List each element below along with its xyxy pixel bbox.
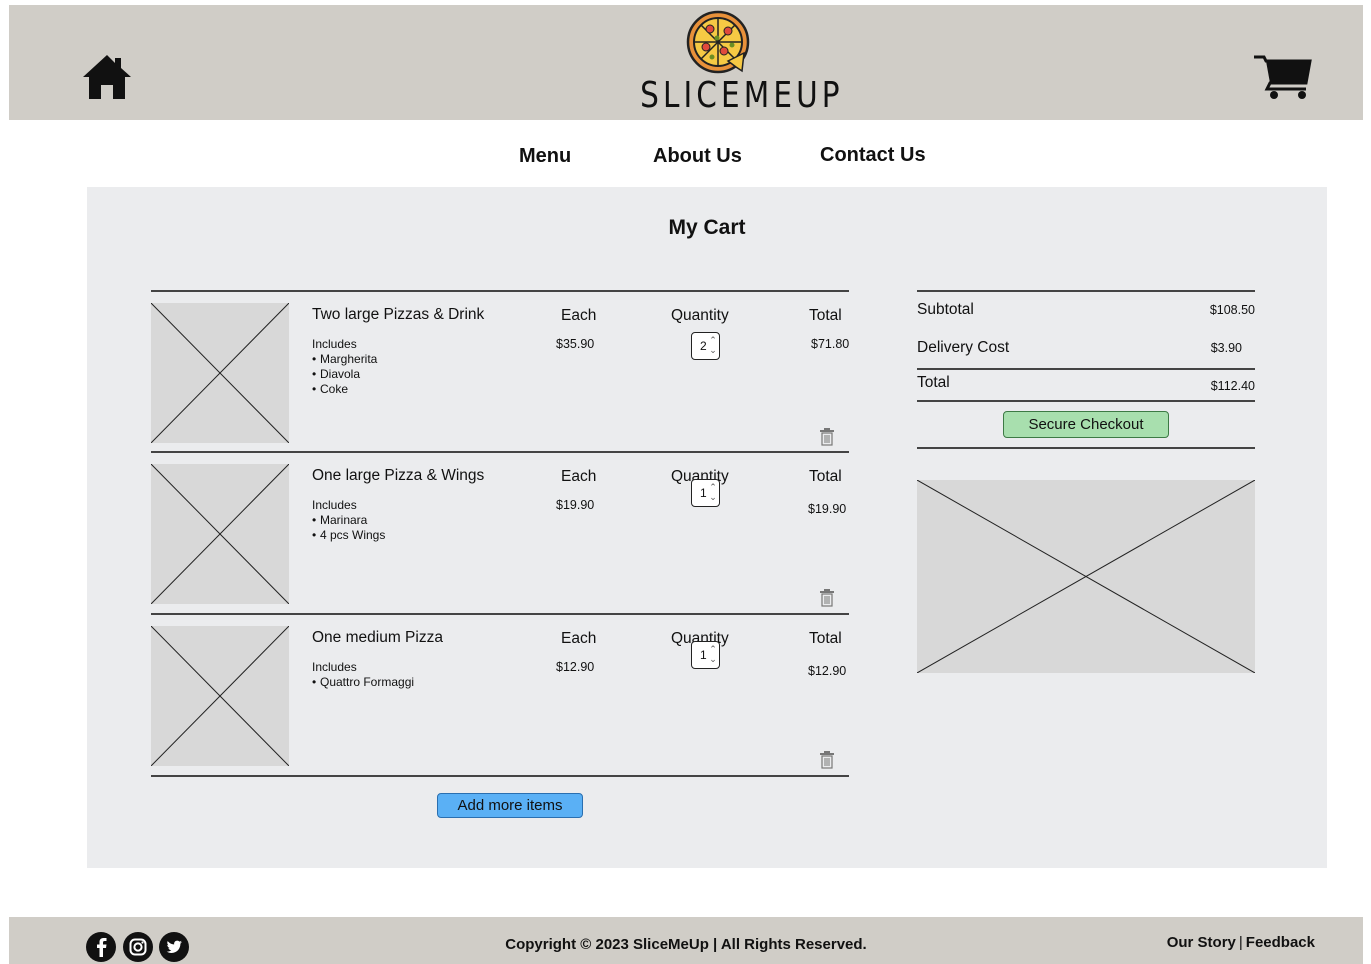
facebook-icon[interactable] [85,931,117,963]
item-total-price: $71.80 [811,337,850,351]
copyright-text: Copyright © 2023 SliceMeUp | All Rights … [505,936,867,953]
delivery-value: $3.90 [1210,341,1242,355]
item-includes: Includes Marinara 4 pcs Wings [312,498,385,543]
each-header: Each [561,468,597,485]
subtotal-label: Subtotal [917,301,974,318]
twitter-icon[interactable] [158,931,190,963]
item-name: One large Pizza & Wings [312,467,485,484]
subtotal-row: Subtotal $108.50 [917,301,1255,325]
include-entry: Diavola [312,367,377,382]
total-header: Total [809,307,842,324]
add-more-items-button[interactable]: Add more items [437,793,583,818]
item-each-price: $35.90 [556,337,595,351]
each-header: Each [561,630,597,647]
stepper-arrows-icon[interactable]: ⌃ ⌄ [709,335,717,355]
divider [917,290,1255,292]
total-label: Total [917,374,950,391]
quantity-value: 1 [700,486,707,500]
cart-panel: My Cart Two large Pizzas & Drink Include… [87,187,1327,868]
site-footer: Copyright © 2023 SliceMeUp | All Rights … [9,917,1363,964]
item-each-price: $12.90 [556,660,595,674]
include-entry: Marinara [312,513,385,528]
quantity-stepper[interactable]: 2 ⌃ ⌄ [691,332,720,360]
stepper-arrows-icon[interactable]: ⌃ ⌄ [709,482,717,502]
divider [151,290,849,292]
include-entry: Margherita [312,352,377,367]
promo-image-placeholder [917,480,1255,673]
trash-icon[interactable] [819,589,835,607]
stepper-arrows-icon[interactable]: ⌃ ⌄ [709,644,717,664]
site-header: SLICEMEUP [9,5,1363,120]
instagram-icon[interactable] [122,931,154,963]
cart-item: One large Pizza & Wings Includes Marinar… [151,454,849,616]
includes-label: Includes [312,498,357,512]
delivery-label: Delivery Cost [917,339,1010,356]
trash-icon[interactable] [819,751,835,769]
item-image-placeholder [151,303,289,443]
quantity-stepper[interactable]: 1 ⌃ ⌄ [691,641,720,669]
subtotal-value: $108.50 [1209,303,1255,317]
footer-link-separator: | [1238,934,1243,951]
cart-item: Two large Pizzas & Drink Includes Marghe… [151,293,849,455]
includes-label: Includes [312,660,357,674]
item-image-placeholder [151,626,289,766]
quantity-header: Quantity [671,307,729,324]
item-includes: Includes Quattro Formaggi [312,660,414,690]
include-entry: Coke [312,382,377,397]
shopping-cart-icon[interactable] [1252,53,1312,101]
item-name: One medium Pizza [312,629,443,646]
main-nav: Menu About Us Contact Us [0,140,1371,176]
total-value: $112.40 [1210,379,1255,393]
each-header: Each [561,307,597,324]
footer-links: Our Story | Feedback [1167,934,1315,951]
brand-name: SLICEMEUP [640,75,844,116]
divider [917,447,1255,449]
cart-title: My Cart [668,216,746,239]
quantity-stepper[interactable]: 1 ⌃ ⌄ [691,479,720,507]
item-each-price: $19.90 [556,498,595,512]
secure-checkout-button[interactable]: Secure Checkout [1003,411,1169,438]
item-total-price: $19.90 [808,502,847,516]
delivery-row: Delivery Cost $3.90 [917,339,1255,363]
nav-contact-link[interactable]: Contact Us [820,144,926,167]
quantity-value: 1 [700,648,707,662]
brand-logo[interactable]: SLICEMEUP [623,9,844,119]
include-entry: 4 pcs Wings [312,528,385,543]
item-name: Two large Pizzas & Drink [312,306,485,323]
our-story-link[interactable]: Our Story [1167,934,1236,951]
nav-menu-link[interactable]: Menu [519,145,571,168]
total-header: Total [809,630,842,647]
cart-item: One medium Pizza Includes Quattro Formag… [151,616,849,778]
home-icon[interactable] [81,53,133,101]
nav-about-link[interactable]: About Us [653,145,742,168]
item-image-placeholder [151,464,289,604]
feedback-link[interactable]: Feedback [1246,934,1315,951]
quantity-value: 2 [700,339,707,353]
divider [917,368,1255,370]
total-row: Total $112.40 [917,374,1255,398]
include-entry: Quattro Formaggi [312,675,414,690]
pizza-icon [686,10,750,74]
item-includes: Includes Margherita Diavola Coke [312,337,377,397]
includes-label: Includes [312,337,357,351]
item-total-price: $12.90 [808,664,847,678]
total-header: Total [809,468,842,485]
divider [917,400,1255,402]
trash-icon[interactable] [819,428,835,446]
